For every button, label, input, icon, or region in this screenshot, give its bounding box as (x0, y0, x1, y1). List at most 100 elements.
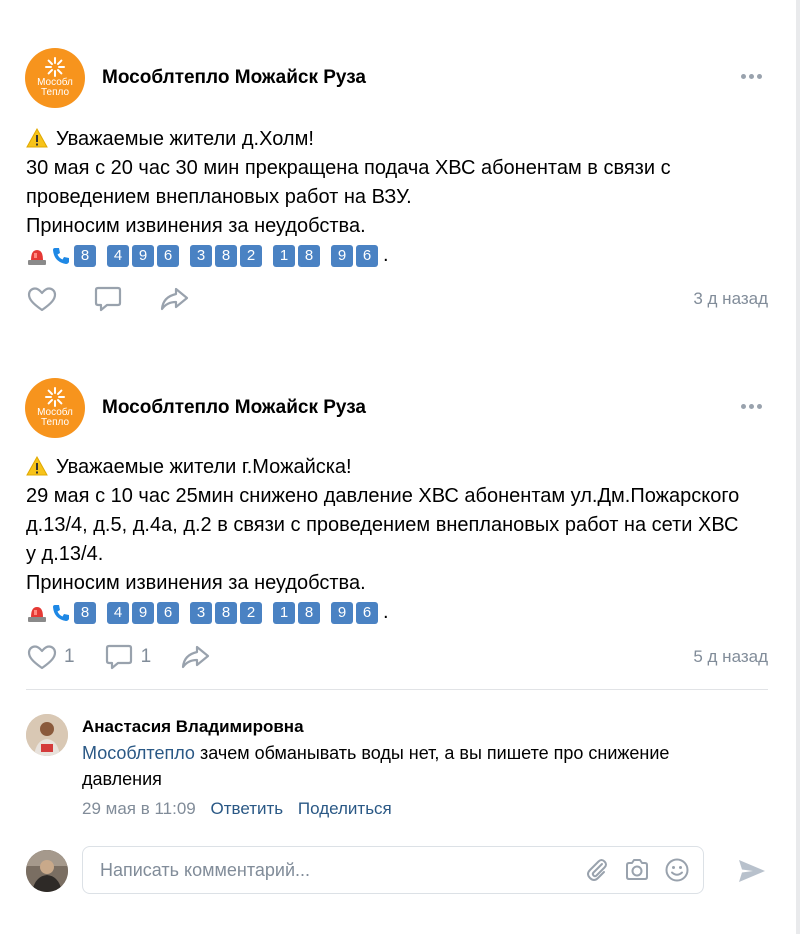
heart-icon (27, 645, 57, 670)
keycap-digit: 9 (132, 601, 154, 624)
post-text: Уважаемые жители д.Холм! 30 мая с 20 час… (26, 125, 776, 270)
share-icon (160, 287, 189, 311)
person-photo-icon (26, 850, 68, 892)
keycap-digit: 9 (331, 244, 353, 267)
share-icon (182, 645, 210, 669)
comment-icon (94, 286, 122, 312)
keycap-digit: 6 (157, 244, 179, 267)
comment-body: Анастасия Владимировна Мособлтепло зачем… (82, 714, 762, 824)
post-actions: 1 1 5 д назад (26, 642, 768, 672)
keycap-digit: 8 (215, 244, 237, 267)
comment-composer: Написать комментарий... (26, 846, 768, 894)
post-author[interactable]: Мособлтепло Можайск Руза (102, 67, 366, 89)
share-link[interactable]: Поделиться (298, 799, 392, 818)
group-avatar[interactable]: Мособл Тепло (25, 378, 85, 438)
comment-icon (105, 644, 132, 670)
logo-text-line2: Тепло (40, 416, 70, 428)
siren-icon (28, 606, 46, 622)
comment-count: 1 (140, 646, 152, 667)
logo-text-line1: Мособл (37, 406, 73, 418)
like-button[interactable]: 1 (26, 642, 75, 672)
like-count: 1 (64, 646, 75, 667)
comment-date[interactable]: 29 мая в 11:09 (82, 799, 196, 818)
composer-tools (583, 856, 691, 884)
logo-text-line1: Мособл (37, 76, 73, 88)
post-line: Приносим извинения за неудобства. (26, 572, 366, 594)
comments-divider (26, 689, 768, 690)
post-line: проведением внеплановых работ на ВЗУ. (26, 186, 412, 208)
keycap-digit: 1 (273, 244, 295, 267)
group-avatar[interactable]: Мособл Тепло (25, 48, 85, 108)
post-actions: 3 д назад (26, 284, 768, 314)
more-icon[interactable] (741, 74, 762, 79)
commenter-avatar[interactable] (26, 714, 68, 756)
post-line: 29 мая с 10 час 25мин снижено давление Х… (26, 485, 740, 507)
phone-end: . (383, 244, 389, 266)
person-photo-icon (26, 714, 68, 756)
paperclip-icon[interactable] (583, 856, 611, 884)
my-avatar[interactable] (26, 850, 68, 892)
post-author[interactable]: Мособлтепло Можайск Руза (102, 397, 366, 419)
reply-link[interactable]: Ответить (210, 799, 283, 818)
post-text: Уважаемые жители г.Можайска! 29 мая с 10… (26, 453, 776, 627)
more-icon[interactable] (741, 404, 762, 409)
keycap-digit: 8 (74, 601, 96, 624)
post-time[interactable]: 5 д назад (693, 647, 768, 667)
logo-text-line2: Тепло (40, 86, 70, 98)
camera-icon[interactable] (623, 856, 651, 884)
keycap-digit: 8 (74, 244, 96, 267)
siren-icon (28, 249, 46, 265)
post-line: 30 мая с 20 час 30 мин прекращена подача… (26, 157, 671, 179)
keycap-digit: 3 (190, 244, 212, 267)
keycap-digit: 8 (298, 601, 320, 624)
keycap-digit: 6 (356, 244, 378, 267)
keycap-digit: 6 (157, 601, 179, 624)
mention-link[interactable]: Мособлтепло (82, 743, 195, 763)
post-line: д.13/4, д.5, д.4а, д.2 в связи с проведе… (26, 514, 739, 536)
keycap-digit: 8 (215, 601, 237, 624)
comment-input[interactable]: Написать комментарий... (82, 846, 704, 894)
keycap-digit: 2 (240, 244, 262, 267)
phone-icon (53, 247, 69, 264)
post-line: Уважаемые жители г.Можайска! (26, 453, 776, 482)
post-header: Мособл Тепло Мособлтепло Можайск Руза (25, 378, 366, 438)
keycap-digit: 4 (107, 244, 129, 267)
keycap-digit: 4 (107, 601, 129, 624)
post-time[interactable]: 3 д назад (693, 289, 768, 309)
comment-meta: 29 мая в 11:09 Ответить Поделиться (82, 794, 762, 824)
commenter-name[interactable]: Анастасия Владимировна (82, 714, 762, 740)
scrollbar-track[interactable] (796, 0, 800, 934)
keycap-digit: 6 (356, 601, 378, 624)
feed: Мособл Тепло Мособлтепло Можайск Руза Ув… (0, 0, 800, 934)
smile-icon[interactable] (663, 856, 691, 884)
warning-icon (26, 456, 48, 476)
post-line: Приносим извинения за неудобства. (26, 215, 366, 237)
comment-button[interactable] (92, 284, 130, 314)
post: Мособл Тепло Мособлтепло Можайск Руза Ув… (0, 378, 790, 678)
keycap-digit: 9 (331, 601, 353, 624)
comment-button[interactable]: 1 (103, 642, 152, 672)
warning-icon (26, 128, 48, 148)
heart-icon (27, 287, 57, 312)
post: Мособл Тепло Мособлтепло Можайск Руза Ув… (0, 48, 790, 328)
comment-placeholder: Написать комментарий... (100, 859, 311, 880)
keycap-digit: 2 (240, 601, 262, 624)
phone-icon (53, 604, 69, 621)
keycap-digit: 1 (273, 601, 295, 624)
phone-end: . (383, 601, 389, 623)
sun-logo-icon (45, 56, 65, 77)
send-icon[interactable] (736, 856, 768, 886)
like-button[interactable] (26, 284, 64, 314)
post-header: Мособл Тепло Мособлтепло Можайск Руза (25, 48, 366, 108)
phone-line: 8 4 9 6 3 8 2 1 8 9 6 . (26, 598, 776, 627)
keycap-digit: 9 (132, 244, 154, 267)
comment-text: Мособлтепло зачем обманывать воды нет, а… (82, 743, 670, 789)
share-button[interactable] (179, 642, 211, 672)
share-button[interactable] (158, 284, 190, 314)
keycap-digit: 8 (298, 244, 320, 267)
post-line: у д.13/4. (26, 543, 104, 565)
keycap-digit: 3 (190, 601, 212, 624)
post-line: Уважаемые жители д.Холм! (26, 125, 776, 154)
phone-line: 8 4 9 6 3 8 2 1 8 9 6 . (26, 241, 776, 270)
sun-logo-icon (45, 386, 65, 407)
